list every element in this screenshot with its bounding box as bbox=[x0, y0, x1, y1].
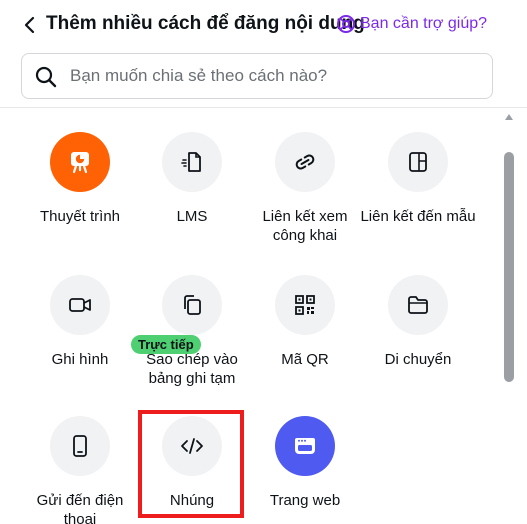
template-link-icon bbox=[409, 152, 427, 172]
template-link-icon-circle bbox=[388, 132, 448, 192]
option-send-to-phone[interactable]: Gửi đến điện thoại bbox=[22, 416, 138, 524]
presentation-icon-circle bbox=[50, 132, 110, 192]
chevron-left-icon bbox=[24, 16, 35, 34]
help-link-label: Bạn cần trợ giúp? bbox=[360, 15, 488, 32]
page-title: Thêm nhiều cách để đăng nội dung bbox=[46, 13, 365, 34]
qr-code-icon-circle bbox=[275, 275, 335, 335]
option-embed[interactable]: Nhúng bbox=[134, 416, 250, 524]
option-label: Mã QR bbox=[281, 351, 329, 368]
copy-icon-circle bbox=[162, 275, 222, 335]
option-qr-code[interactable]: Mã QR bbox=[247, 275, 363, 395]
link-icon-circle bbox=[275, 132, 335, 192]
header-divider bbox=[0, 107, 527, 108]
embed-code-icon bbox=[181, 438, 203, 454]
option-record[interactable]: Ghi hình bbox=[22, 275, 138, 395]
option-label: Ghi hình bbox=[51, 351, 109, 368]
option-lms[interactable]: LMS bbox=[134, 132, 250, 252]
website-icon bbox=[295, 438, 315, 454]
folder-icon bbox=[408, 296, 428, 314]
lms-icon-circle bbox=[162, 132, 222, 192]
live-badge: Trực tiếp bbox=[131, 335, 201, 354]
website-icon-circle bbox=[275, 416, 335, 476]
scrollbar[interactable] bbox=[502, 108, 516, 524]
option-public-view-link[interactable]: Liên kết xem công khai bbox=[247, 132, 363, 252]
option-label: Thuyết trình bbox=[39, 208, 121, 225]
record-video-icon bbox=[69, 298, 91, 312]
phone-icon-circle bbox=[50, 416, 110, 476]
lms-icon bbox=[181, 152, 201, 172]
panel-header: Thêm nhiều cách để đăng nội dung Bạn cần… bbox=[0, 0, 527, 108]
embed-code-icon-circle bbox=[162, 416, 222, 476]
option-move[interactable]: Di chuyển bbox=[360, 275, 476, 395]
option-presentation[interactable]: Thuyết trình bbox=[22, 132, 138, 252]
option-label: Sao chép vào bảng ghi tạm bbox=[146, 351, 238, 387]
copy-icon bbox=[184, 295, 201, 315]
share-options-grid: Thuyết trình LMS Liên kết xem công khai … bbox=[22, 132, 482, 524]
scroll-up-arrow-icon[interactable] bbox=[505, 114, 513, 120]
option-label: Nhúng bbox=[169, 492, 215, 509]
phone-icon bbox=[73, 435, 87, 457]
option-website[interactable]: Trang web bbox=[247, 416, 363, 524]
qr-code-icon bbox=[295, 295, 315, 315]
record-video-icon-circle bbox=[50, 275, 110, 335]
folder-icon-circle bbox=[388, 275, 448, 335]
option-label: Liên kết đến mẫu bbox=[360, 208, 476, 225]
back-button[interactable] bbox=[18, 12, 40, 38]
search-box bbox=[21, 53, 493, 99]
help-circle-icon bbox=[337, 15, 355, 33]
help-link[interactable]: Bạn cần trợ giúp? bbox=[336, 14, 487, 34]
presentation-icon bbox=[71, 152, 89, 174]
option-label: Gửi đến điện thoại bbox=[36, 492, 124, 524]
search-icon bbox=[35, 66, 57, 88]
search-input[interactable] bbox=[70, 62, 480, 90]
link-icon bbox=[295, 154, 315, 170]
option-label: Di chuyển bbox=[384, 351, 452, 368]
option-label: Liên kết xem công khai bbox=[262, 208, 348, 244]
option-label: LMS bbox=[176, 208, 208, 225]
option-label: Trang web bbox=[269, 492, 341, 509]
scrollbar-thumb[interactable] bbox=[504, 152, 514, 382]
option-template-link[interactable]: Liên kết đến mẫu bbox=[360, 132, 476, 252]
